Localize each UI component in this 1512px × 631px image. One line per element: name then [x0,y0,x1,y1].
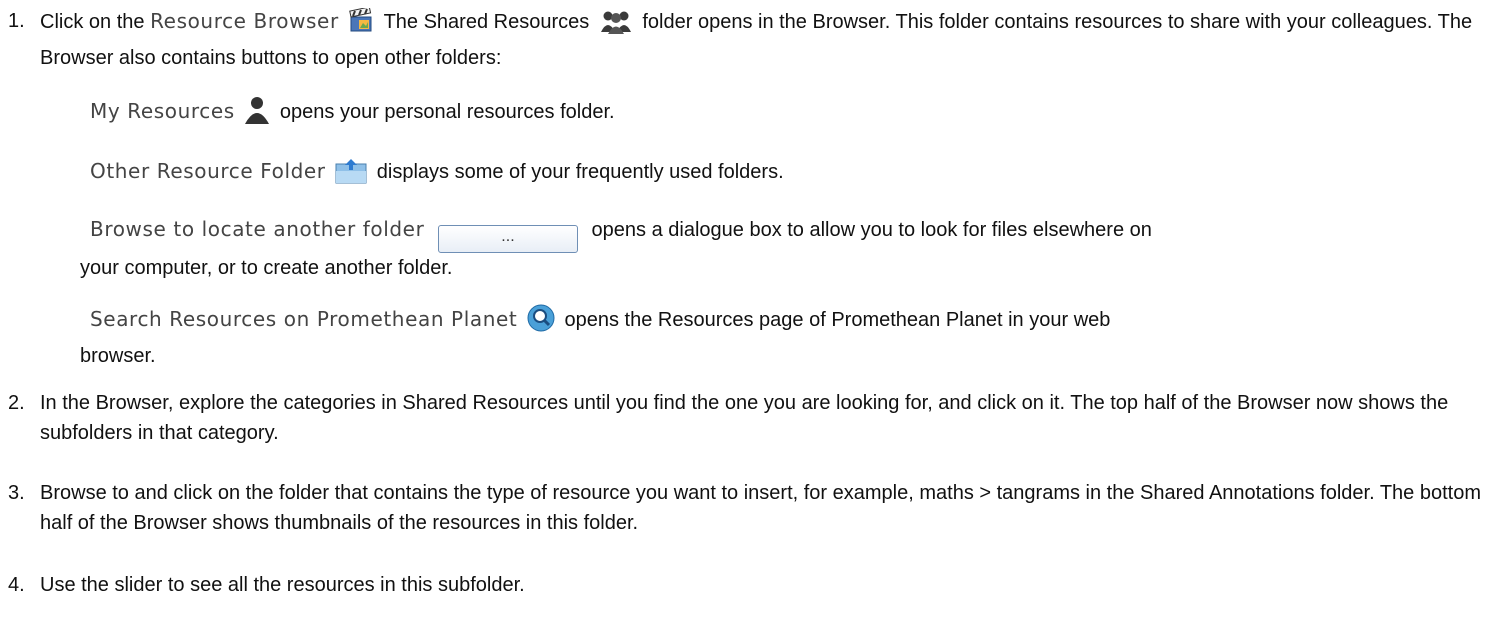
other-resource-folder-label: Other Resource Folder [90,159,326,183]
subitem-text-continued: browser. [80,345,156,367]
browse-button[interactable]: ... [437,225,578,253]
subitem-my-resources: My Resources opens your personal resourc… [90,96,1500,133]
step-number: 1. [8,10,25,32]
search-promethean-label: Search Resources on Promethean Planet [90,307,518,331]
subitem-text: opens the Resources page of Promethean P… [564,309,1111,331]
step-text: In the Browser, explore the categories i… [40,392,1449,444]
subitem-text: opens your personal resources folder. [279,101,615,123]
step-number: 2. [8,392,25,414]
subitem-browse: Browse to locate another folder ... open… [80,214,1500,283]
subitem-search: Search Resources on Promethean Planet op… [80,304,1500,371]
subitem-text: opens a dialogue box to allow you to loo… [591,219,1152,241]
magnifier-globe-icon [527,304,555,341]
step-text: The Shared Resources [383,11,590,33]
my-resources-label: My Resources [90,99,235,123]
step-number: 4. [8,574,25,596]
help-page: 1. Click on the Resource Browser The Sha… [0,0,1512,631]
clapperboard-icon [348,6,374,43]
step-text: Click on the [40,11,145,33]
step-4: 4. Use the slider to see all the resourc… [0,570,1500,600]
step-2: 2. In the Browser, explore the categorie… [0,388,1500,448]
subitem-text: displays some of your frequently used fo… [376,161,784,183]
step-text: Use the slider to see all the resources … [40,574,525,596]
person-icon [244,96,270,133]
people-group-icon [599,10,633,43]
browse-folder-label: Browse to locate another folder [90,217,425,241]
resource-browser-label: Resource Browser [150,9,339,33]
step-3: 3. Browse to and click on the folder tha… [0,478,1500,538]
subitem-text-continued: your computer, or to create another fold… [80,257,453,279]
step-1: 1. Click on the Resource Browser The Sha… [0,6,1500,73]
step-text: Browse to and click on the folder that c… [40,482,1481,534]
folder-upload-icon [335,158,367,193]
subitem-other-folder: Other Resource Folder displays some of y… [90,156,1500,193]
step-number: 3. [8,482,25,504]
